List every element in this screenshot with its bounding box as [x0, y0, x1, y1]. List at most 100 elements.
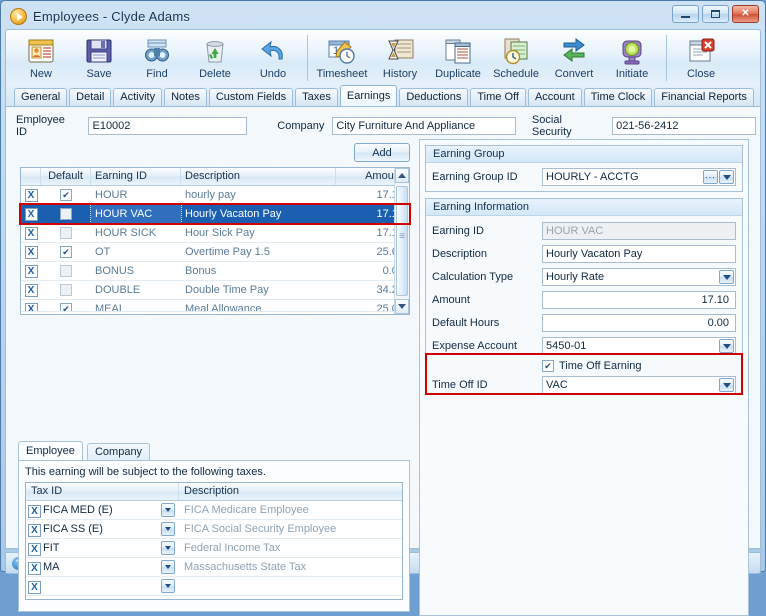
amount-input[interactable]: 17.10	[542, 291, 736, 309]
chevron-down-icon[interactable]	[719, 378, 734, 392]
chevron-down-icon[interactable]	[161, 522, 175, 536]
calculation-type-select[interactable]: Hourly Rate	[542, 268, 736, 286]
table-row[interactable]: X FICA MED (E) FICA Medicare Employee	[26, 501, 402, 520]
delete-row-button[interactable]: X	[24, 303, 38, 311]
table-row[interactable]: X MA Massachusetts State Tax	[26, 558, 402, 577]
earning-id-label: Earning ID	[432, 225, 484, 237]
company-input[interactable]: City Furniture And Appliance	[332, 117, 516, 135]
table-row[interactable]: X ✔ OT Overtime Pay 1.5 25.65	[21, 243, 409, 262]
delete-row-button[interactable]: X	[24, 189, 38, 202]
description-input[interactable]: Hourly Vacaton Pay	[542, 245, 736, 263]
default-hours-input[interactable]: 0.00	[542, 314, 736, 332]
scrollbar-thumb[interactable]	[396, 186, 408, 296]
expense-account-select[interactable]: 5450-01	[542, 337, 736, 355]
window-title: Employees - Clyde Adams	[33, 9, 191, 24]
toolbar-button-convert[interactable]: Convert	[545, 33, 603, 85]
toolbar-button-save[interactable]: Save	[70, 33, 128, 85]
tab-time-clock[interactable]: Time Clock	[583, 88, 653, 106]
cell-tax-description: Massachusetts State Tax	[184, 561, 307, 573]
default-checkbox[interactable]: ✔	[60, 265, 72, 277]
default-checkbox[interactable]: ✔	[60, 303, 72, 311]
toolbar-button-timesheet[interactable]: 1 Timesheet	[313, 33, 371, 85]
default-checkbox[interactable]: ✔	[60, 208, 72, 220]
chevron-down-icon[interactable]	[161, 579, 175, 593]
delete-row-button[interactable]: X	[24, 265, 38, 278]
tab-employee-taxes[interactable]: Employee	[18, 441, 83, 460]
title-bar: Employees - Clyde Adams ✕	[5, 4, 761, 29]
toolbar-button-history[interactable]: History	[371, 33, 429, 85]
tab-account[interactable]: Account	[527, 88, 582, 106]
delete-row-button[interactable]: X	[24, 246, 38, 259]
cell-earning-id: DOUBLE	[95, 284, 141, 296]
chevron-down-icon[interactable]	[161, 503, 175, 517]
tab-deductions[interactable]: Deductions	[399, 88, 469, 106]
toolbar-button-duplicate[interactable]: Duplicate	[429, 33, 487, 85]
scroll-down-button[interactable]	[395, 299, 409, 314]
table-row[interactable]: X ✔ HOUR hourly pay 17.10	[21, 186, 409, 205]
tab-earnings[interactable]: Earnings	[339, 85, 398, 106]
chevron-down-icon[interactable]	[719, 339, 734, 353]
earning-group-id-input[interactable]: HOURLY - ACCTG ...	[542, 168, 736, 186]
chevron-down-icon[interactable]	[719, 270, 734, 284]
undo-arrow-icon	[257, 35, 289, 67]
tab-custom-fields[interactable]: Custom Fields	[208, 88, 294, 106]
cell-description: Hour Sick Pay	[185, 227, 255, 239]
social-security-input[interactable]: 021-56-2412	[612, 117, 757, 135]
tab-detail[interactable]: Detail	[69, 88, 112, 106]
table-row[interactable]: X ✔ HOUR VAC Hourly Vacaton Pay 17.10	[21, 204, 409, 224]
toolbar-button-delete[interactable]: Delete	[186, 33, 244, 85]
cell-tax-id: FIT	[43, 542, 60, 554]
delete-row-button[interactable]: X	[28, 504, 41, 518]
default-checkbox[interactable]: ✔	[60, 246, 72, 258]
table-row[interactable]: X ✔ HOUR SICK Hour Sick Pay 17.10	[21, 224, 409, 243]
default-checkbox[interactable]: ✔	[60, 227, 72, 239]
default-checkbox[interactable]: ✔	[60, 284, 72, 296]
maximize-icon	[711, 10, 720, 18]
toolbar-button-undo[interactable]: Undo	[244, 33, 302, 85]
delete-row-button[interactable]: X	[28, 561, 41, 575]
default-checkbox[interactable]: ✔	[60, 189, 72, 201]
table-row[interactable]: X	[26, 577, 402, 596]
employee-id-input[interactable]: E10002	[88, 117, 248, 135]
delete-row-button[interactable]: X	[28, 580, 41, 594]
scroll-up-button[interactable]	[395, 168, 409, 183]
toolbar-button-find[interactable]: Find	[128, 33, 186, 85]
delete-row-button[interactable]: X	[24, 227, 38, 240]
toolbar-button-schedule[interactable]: Schedule	[487, 33, 545, 85]
toolbar-button-new[interactable]: New	[12, 33, 70, 85]
minimize-button[interactable]	[672, 5, 699, 23]
chevron-down-icon[interactable]	[719, 170, 734, 184]
close-button[interactable]: ✕	[732, 5, 759, 23]
maximize-button[interactable]	[702, 5, 729, 23]
toolbar-button-initiate[interactable]: Initiate	[603, 33, 661, 85]
table-row[interactable]: X FICA SS (E) FICA Social Security Emplo…	[26, 520, 402, 539]
cell-tax-id: MA	[43, 561, 60, 573]
employee-id-label: Employee ID	[16, 114, 65, 138]
earnings-grid[interactable]: Default Earning ID Description Amount X …	[20, 167, 410, 315]
delete-row-button[interactable]: X	[28, 542, 41, 556]
table-row[interactable]: X FIT Federal Income Tax	[26, 539, 402, 558]
earning-group-id-value: HOURLY - ACCTG	[546, 171, 639, 183]
tab-time-off[interactable]: Time Off	[470, 88, 526, 106]
delete-row-button[interactable]: X	[24, 208, 38, 221]
delete-row-button[interactable]: X	[24, 284, 38, 297]
table-row[interactable]: X ✔ MEAL Meal Allowance 25.00	[21, 300, 409, 312]
tax-grid[interactable]: Tax ID Description X FICA MED (E) FICA M…	[25, 482, 403, 600]
tab-taxes[interactable]: Taxes	[295, 88, 338, 106]
tab-general[interactable]: General	[14, 88, 68, 106]
delete-row-button[interactable]: X	[28, 523, 41, 537]
table-row[interactable]: X ✔ BONUS Bonus 0.00	[21, 262, 409, 281]
ellipsis-button[interactable]: ...	[703, 170, 718, 184]
grid-vertical-scrollbar[interactable]	[394, 168, 409, 314]
time-off-id-select[interactable]: VAC	[542, 376, 736, 394]
cell-tax-id: FICA SS (E)	[43, 523, 103, 535]
tab-financial-reports[interactable]: Financial Reports	[654, 88, 754, 106]
time-off-earning-checkbox[interactable]: ✔	[542, 360, 554, 372]
table-row[interactable]: X ✔ DOUBLE Double Time Pay 34.20	[21, 281, 409, 300]
chevron-down-icon[interactable]	[161, 541, 175, 555]
toolbar-button-close[interactable]: Close	[672, 33, 730, 85]
tab-company-taxes[interactable]: Company	[86, 443, 151, 460]
add-earning-button[interactable]: Add	[354, 143, 410, 162]
tab-notes[interactable]: Notes	[164, 88, 207, 106]
tab-activity[interactable]: Activity	[113, 88, 163, 106]
